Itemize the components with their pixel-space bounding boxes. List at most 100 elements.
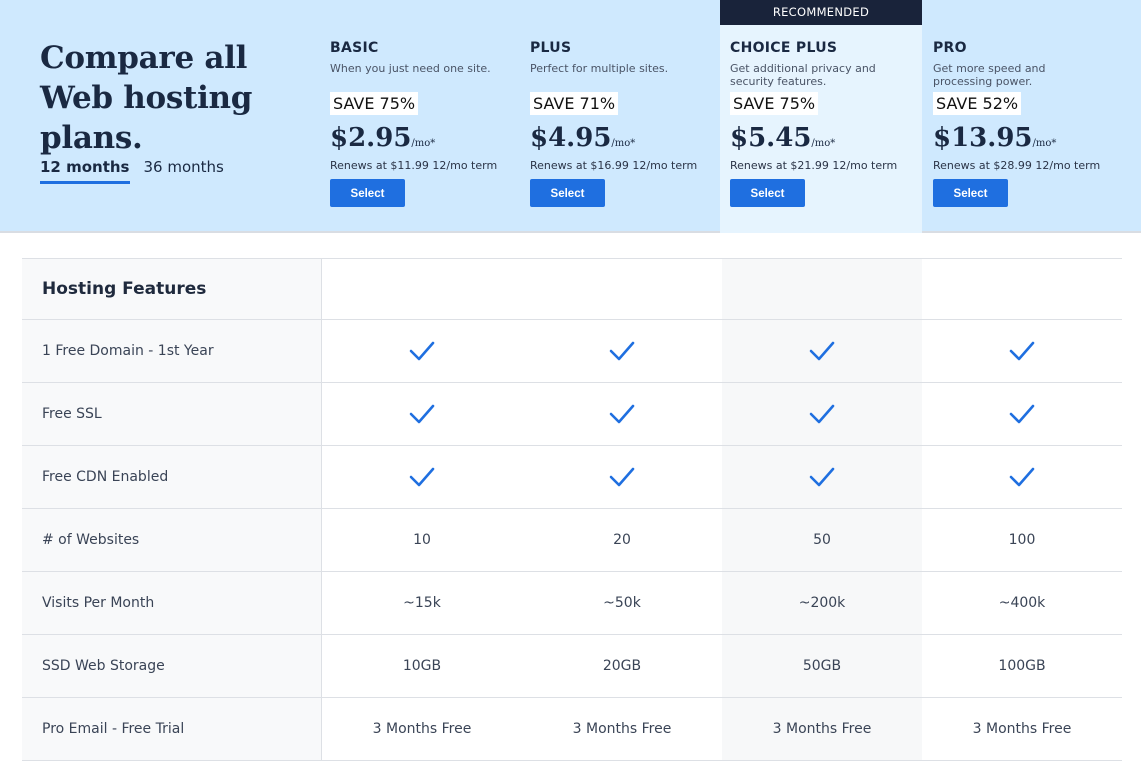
- feature-label: Free CDN Enabled: [22, 446, 322, 508]
- feature-cell: [722, 446, 922, 508]
- checkmark-icon: [608, 340, 636, 362]
- plan-name: PLUS: [530, 40, 572, 56]
- table-header-row: Hosting Features: [22, 258, 1122, 320]
- feature-cell: [322, 320, 522, 382]
- checkmark-icon: [408, 466, 436, 488]
- select-pro-button[interactable]: Select: [933, 179, 1008, 207]
- feature-value: 100: [922, 509, 1122, 571]
- plan-name: PRO: [933, 40, 967, 56]
- select-basic-button[interactable]: Select: [330, 179, 405, 207]
- table-row: Free SSL: [22, 383, 1122, 446]
- checkmark-icon: [1008, 466, 1036, 488]
- header-cell: [922, 259, 1122, 319]
- table-row: Visits Per Month ~15k ~50k ~200k ~400k: [22, 572, 1122, 635]
- checkmark-icon: [608, 466, 636, 488]
- feature-value: 3 Months Free: [522, 698, 722, 760]
- feature-value: 3 Months Free: [922, 698, 1122, 760]
- save-badge: SAVE 71%: [530, 92, 619, 115]
- header-cell: [722, 259, 922, 319]
- price-amount: $2.95: [330, 123, 412, 153]
- plan-description: Get additional privacy and security feat…: [730, 62, 876, 88]
- renewal-text: Renews at $21.99 12/mo term: [730, 159, 898, 172]
- table-row: 1 Free Domain - 1st Year: [22, 320, 1122, 383]
- feature-value: 100GB: [922, 635, 1122, 697]
- page-title: Compare all Web hosting plans.: [40, 40, 253, 156]
- plan-choice-plus: CHOICE PLUS Get additional privacy and s…: [720, 0, 922, 233]
- feature-label: SSD Web Storage: [22, 635, 322, 697]
- price-amount: $4.95: [530, 123, 612, 153]
- feature-value: 10GB: [322, 635, 522, 697]
- checkmark-icon: [408, 340, 436, 362]
- price-amount: $5.45: [730, 123, 812, 153]
- price-amount: $13.95: [933, 123, 1033, 153]
- feature-label: Visits Per Month: [22, 572, 322, 634]
- term-tab-36-months[interactable]: 36 months: [144, 158, 224, 184]
- feature-cell: [522, 383, 722, 445]
- table-row: Free CDN Enabled: [22, 446, 1122, 509]
- feature-cell: [322, 446, 522, 508]
- checkmark-icon: [808, 403, 836, 425]
- save-badge: SAVE 75%: [330, 92, 419, 115]
- feature-label: 1 Free Domain - 1st Year: [22, 320, 322, 382]
- plan-price: $2.95/mo*: [330, 123, 520, 153]
- feature-value: ~200k: [722, 572, 922, 634]
- plan-description: Get more speed and processing power.: [933, 62, 1046, 88]
- renewal-text: Renews at $11.99 12/mo term: [330, 159, 498, 172]
- checkmark-icon: [1008, 403, 1036, 425]
- feature-label: Free SSL: [22, 383, 322, 445]
- price-period: /mo*: [611, 138, 636, 149]
- feature-value: 10: [322, 509, 522, 571]
- plan-pro: PRO Get more speed and processing power.…: [923, 0, 1141, 233]
- feature-cell: [322, 383, 522, 445]
- table-row: # of Websites 10 20 50 100: [22, 509, 1122, 572]
- feature-value: ~50k: [522, 572, 722, 634]
- table-row: SSD Web Storage 10GB 20GB 50GB 100GB: [22, 635, 1122, 698]
- plan-name: CHOICE PLUS: [730, 40, 838, 56]
- feature-label: Pro Email - Free Trial: [22, 698, 322, 760]
- price-period: /mo*: [1032, 138, 1057, 149]
- recommended-badge: RECOMMENDED: [720, 0, 922, 25]
- feature-value: 20: [522, 509, 722, 571]
- plan-plus: PLUS Perfect for multiple sites. SAVE 71…: [520, 0, 720, 233]
- select-plus-button[interactable]: Select: [530, 179, 605, 207]
- header-cell: [322, 259, 522, 319]
- price-period: /mo*: [811, 138, 836, 149]
- term-tab-12-months[interactable]: 12 months: [40, 158, 130, 184]
- checkmark-icon: [408, 403, 436, 425]
- save-badge: SAVE 75%: [730, 92, 819, 115]
- plan-basic: BASIC When you just need one site. SAVE …: [320, 0, 520, 233]
- plan-description: Perfect for multiple sites.: [530, 62, 669, 75]
- save-badge: SAVE 52%: [933, 92, 1022, 115]
- feature-comparison-table: Hosting Features 1 Free Domain - 1st Yea…: [22, 258, 1122, 761]
- feature-cell: [922, 320, 1122, 382]
- feature-value: ~400k: [922, 572, 1122, 634]
- price-period: /mo*: [411, 138, 436, 149]
- pricing-header: Compare all Web hosting plans. 12 months…: [0, 0, 1141, 233]
- feature-cell: [522, 446, 722, 508]
- checkmark-icon: [1008, 340, 1036, 362]
- feature-cell: [922, 383, 1122, 445]
- plan-price: $4.95/mo*: [530, 123, 720, 153]
- section-title: Hosting Features: [22, 259, 322, 319]
- select-choice-plus-button[interactable]: Select: [730, 179, 805, 207]
- renewal-text: Renews at $28.99 12/mo term: [933, 159, 1101, 172]
- header-cell: [522, 259, 722, 319]
- term-toggle: 12 months 36 months: [40, 158, 224, 184]
- plan-description: When you just need one site.: [330, 62, 491, 75]
- checkmark-icon: [808, 340, 836, 362]
- feature-cell: [722, 383, 922, 445]
- feature-cell: [922, 446, 1122, 508]
- plan-price: $5.45/mo*: [730, 123, 922, 153]
- feature-value: ~15k: [322, 572, 522, 634]
- feature-value: 50GB: [722, 635, 922, 697]
- plan-name: BASIC: [330, 40, 379, 56]
- feature-cell: [722, 320, 922, 382]
- checkmark-icon: [808, 466, 836, 488]
- checkmark-icon: [608, 403, 636, 425]
- plan-price: $13.95/mo*: [933, 123, 1141, 153]
- renewal-text: Renews at $16.99 12/mo term: [530, 159, 698, 172]
- feature-cell: [522, 320, 722, 382]
- table-row: Pro Email - Free Trial 3 Months Free 3 Mon…: [22, 698, 1122, 761]
- feature-value: 3 Months Free: [722, 698, 922, 760]
- feature-label: # of Websites: [22, 509, 322, 571]
